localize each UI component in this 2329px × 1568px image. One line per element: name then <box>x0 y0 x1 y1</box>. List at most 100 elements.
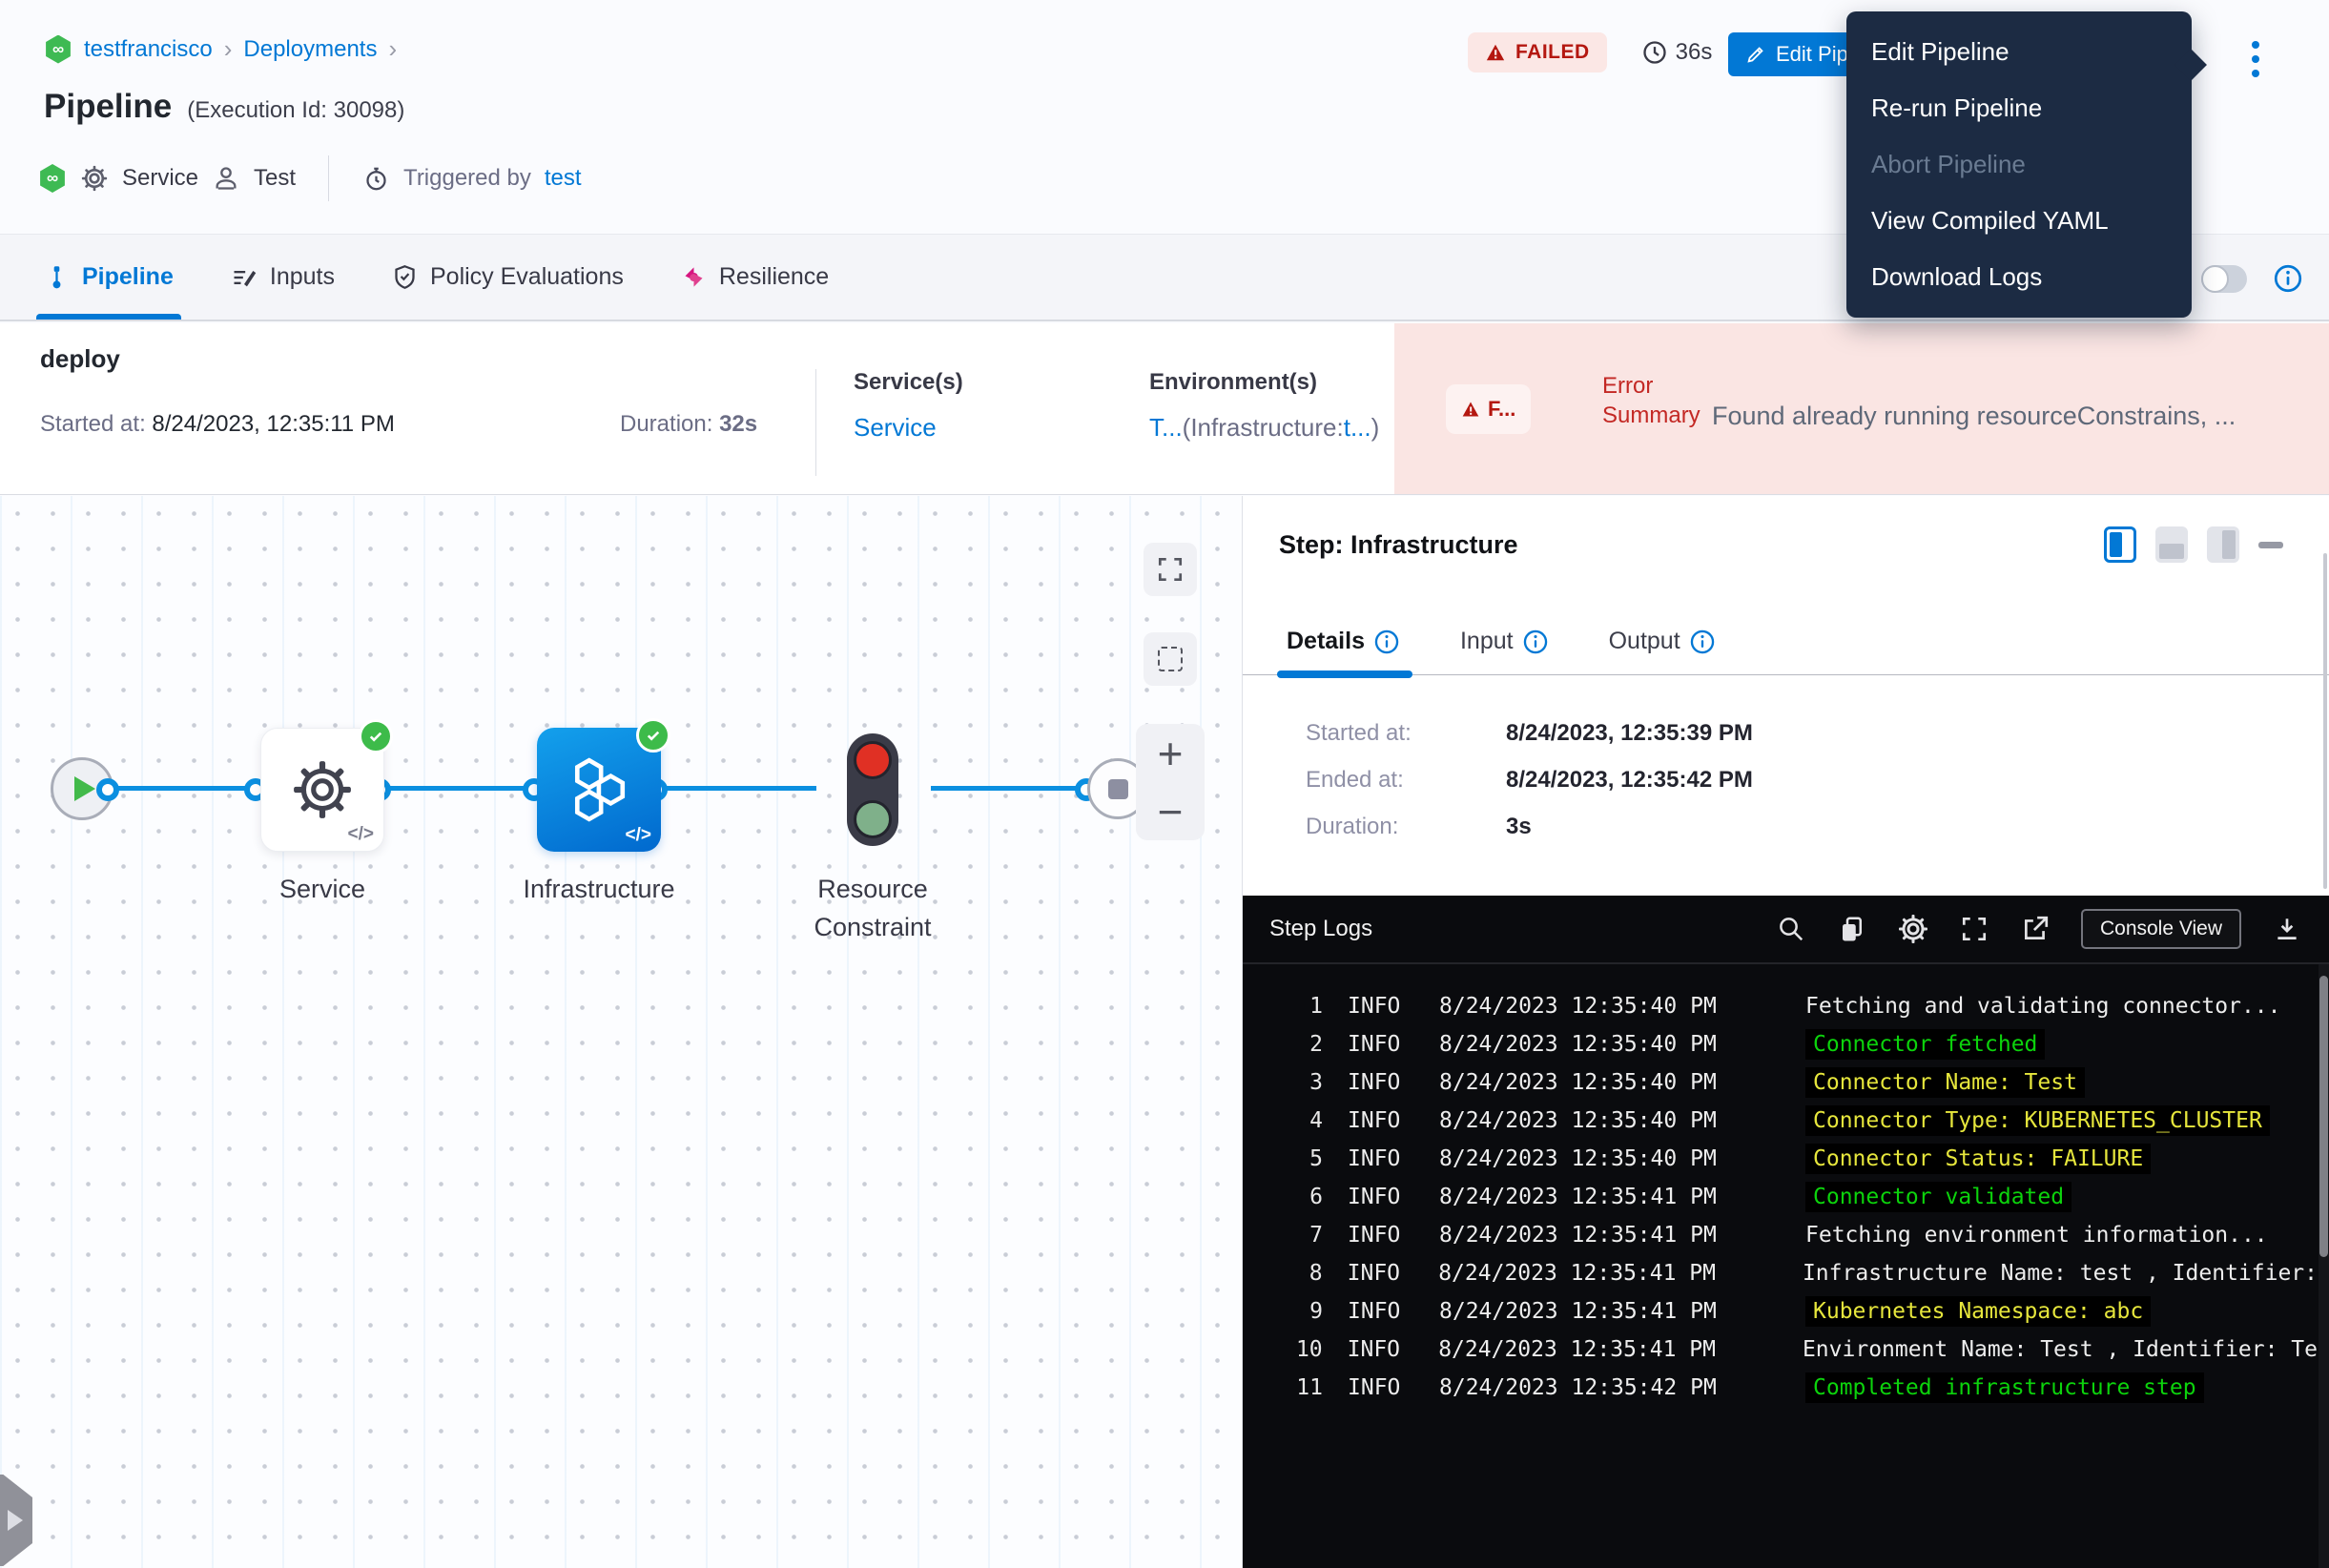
detail-value: 8/24/2023, 12:35:42 PM <box>1506 767 1753 794</box>
search-icon[interactable] <box>1776 914 1806 944</box>
menu-item[interactable]: Re-run Pipeline <box>1846 80 2192 136</box>
pipeline-graph-canvas[interactable]: </> Service </> Infrastructure Resource … <box>0 496 1242 1568</box>
detail-label: Started at: <box>1306 720 1506 747</box>
service-link[interactable]: Service <box>854 413 937 443</box>
step-node-service[interactable]: </> <box>260 728 384 852</box>
copy-icon[interactable] <box>1837 914 1867 944</box>
triggered-by-user-link[interactable]: test <box>545 165 582 192</box>
step-logs-header: Step Logs <box>1243 896 2329 964</box>
stage-duration: Duration: 32s <box>620 411 757 438</box>
detail-row: Ended at: 8/24/2023, 12:35:42 PM <box>1306 756 1753 803</box>
log-message: Connector Status: FAILURE <box>1805 1144 2151 1174</box>
kebab-menu-icon[interactable] <box>2241 32 2270 86</box>
stage-started: Started at: 8/24/2023, 12:35:11 PM <box>40 411 395 438</box>
external-link-icon[interactable] <box>2020 914 2051 944</box>
environment-value: T...(Infrastructure:t...) <box>1149 413 1379 443</box>
minimize-panel-button[interactable] <box>2258 542 2283 548</box>
graph-edge <box>380 786 535 791</box>
log-timestamp: 8/24/2023 12:35:40 PM <box>1439 1108 1775 1133</box>
log-line: 11 INFO 8/24/2023 12:35:42 PM Completed … <box>1243 1369 2318 1407</box>
execution-status-group: FAILED 36s <box>1468 32 1712 72</box>
info-icon[interactable] <box>2274 264 2302 293</box>
tab-input[interactable]: Input <box>1460 609 1548 674</box>
play-icon <box>74 776 95 801</box>
info-icon <box>1374 629 1399 654</box>
clock-icon <box>1641 39 1668 66</box>
graph-edge <box>113 786 257 791</box>
tab-policy-evaluations[interactable]: Policy Evaluations <box>392 235 624 320</box>
duration-group: 36s <box>1641 39 1713 66</box>
log-level: INFO <box>1348 1146 1412 1171</box>
logs-scrollbar-thumb[interactable] <box>2319 976 2328 1257</box>
error-summary-zone: F... Error Summary Found already running… <box>1394 323 2329 494</box>
node-label-service: Service <box>260 870 384 908</box>
layout-bottom-split-button[interactable] <box>2155 526 2188 563</box>
error-summary-message: Found already running resourceConstrains… <box>1712 402 2236 431</box>
log-timestamp: 8/24/2023 12:35:41 PM <box>1438 1261 1772 1286</box>
environment-link[interactable]: T... <box>1149 413 1183 442</box>
gear-icon <box>291 758 354 821</box>
layout-vertical-split-button[interactable] <box>2104 526 2136 563</box>
download-icon[interactable] <box>2272 914 2302 944</box>
settings-gear-icon[interactable] <box>1898 914 1928 944</box>
tab-output[interactable]: Output <box>1609 609 1715 674</box>
log-message: Infrastructure Name: test , Identifier: <box>1803 1261 2318 1286</box>
log-line-number: 2 <box>1269 1032 1323 1057</box>
menu-item[interactable]: View Compiled YAML <box>1846 193 2192 249</box>
step-logs-toolbar: Console View <box>1776 909 2302 949</box>
traffic-light-red <box>854 741 892 779</box>
node-label-resource-constraint: Resource Constraint <box>792 870 954 946</box>
toggle-switch[interactable] <box>2201 265 2247 293</box>
log-message: Environment Name: Test , Identifier: Te <box>1803 1337 2318 1362</box>
panel-scrollbar[interactable] <box>2323 553 2327 889</box>
console-view-button[interactable]: Console View <box>2081 909 2241 949</box>
menu-item[interactable]: Edit Pipeline <box>1846 24 2192 80</box>
layout-right-split-button[interactable] <box>2207 526 2239 563</box>
log-line-number: 7 <box>1269 1223 1323 1248</box>
log-message: Kubernetes Namespace: abc <box>1805 1296 2151 1327</box>
fullscreen-graph-button[interactable] <box>1144 543 1197 596</box>
zoom-out-button[interactable]: − <box>1136 790 1205 834</box>
zoom-in-button[interactable]: + <box>1136 732 1205 775</box>
warning-icon <box>1485 42 1506 63</box>
chevron-right-icon <box>8 1510 23 1531</box>
marquee-select-button[interactable] <box>1144 632 1197 686</box>
log-timestamp: 8/24/2023 12:35:41 PM <box>1438 1337 1772 1362</box>
log-line-number: 6 <box>1269 1185 1323 1209</box>
resilience-icon <box>681 264 707 290</box>
left-panel-expand-handle[interactable] <box>0 1475 32 1566</box>
menu-item[interactable]: Abort Pipeline <box>1846 136 2192 193</box>
policy-shield-icon <box>392 264 418 290</box>
service-name: Service <box>122 165 198 192</box>
step-node-resource-constraint[interactable] <box>847 733 898 846</box>
log-line-number: 4 <box>1269 1108 1323 1133</box>
breadcrumb-project-link[interactable]: testfrancisco <box>84 36 213 63</box>
log-message: Fetching environment information... <box>1805 1223 2268 1248</box>
log-level: INFO <box>1348 1223 1412 1248</box>
environment-name: Test <box>254 165 296 192</box>
marquee-select-icon <box>1158 647 1183 671</box>
detail-label: Ended at: <box>1306 767 1506 794</box>
log-message: Completed infrastructure step <box>1805 1372 2204 1403</box>
tab-pipeline[interactable]: Pipeline <box>44 235 174 320</box>
log-level: INFO <box>1348 1375 1412 1400</box>
log-lines: 1 INFO 8/24/2023 12:35:40 PM Fetching an… <box>1243 964 2318 1568</box>
tab-inputs[interactable]: Inputs <box>231 235 335 320</box>
log-message: Connector validated <box>1805 1182 2071 1212</box>
infrastructure-link[interactable]: t... <box>1344 413 1371 442</box>
fullscreen-icon[interactable] <box>1959 914 1989 944</box>
logs-scrollbar-track[interactable] <box>2319 964 2329 1568</box>
tab-resilience[interactable]: Resilience <box>681 235 829 320</box>
environments-label: Environment(s) <box>1149 369 1379 396</box>
edge-connector-dot <box>96 778 119 801</box>
code-icon: </> <box>626 825 651 846</box>
log-line: 8 INFO 8/24/2023 12:35:41 PM Infrastruct… <box>1243 1254 2318 1292</box>
tabbar-right-controls <box>2201 235 2302 322</box>
menu-item[interactable]: Download Logs <box>1846 249 2192 305</box>
log-line: 2 INFO 8/24/2023 12:35:40 PM Connector f… <box>1243 1025 2318 1063</box>
breadcrumb-deployments-link[interactable]: Deployments <box>243 36 377 63</box>
step-node-infrastructure[interactable]: </> <box>537 728 661 852</box>
tab-details[interactable]: Details <box>1287 609 1399 674</box>
step-details-panel: Step: Infrastructure Details Input Outpu… <box>1242 496 2329 1568</box>
stage-name: deploy <box>40 344 120 374</box>
